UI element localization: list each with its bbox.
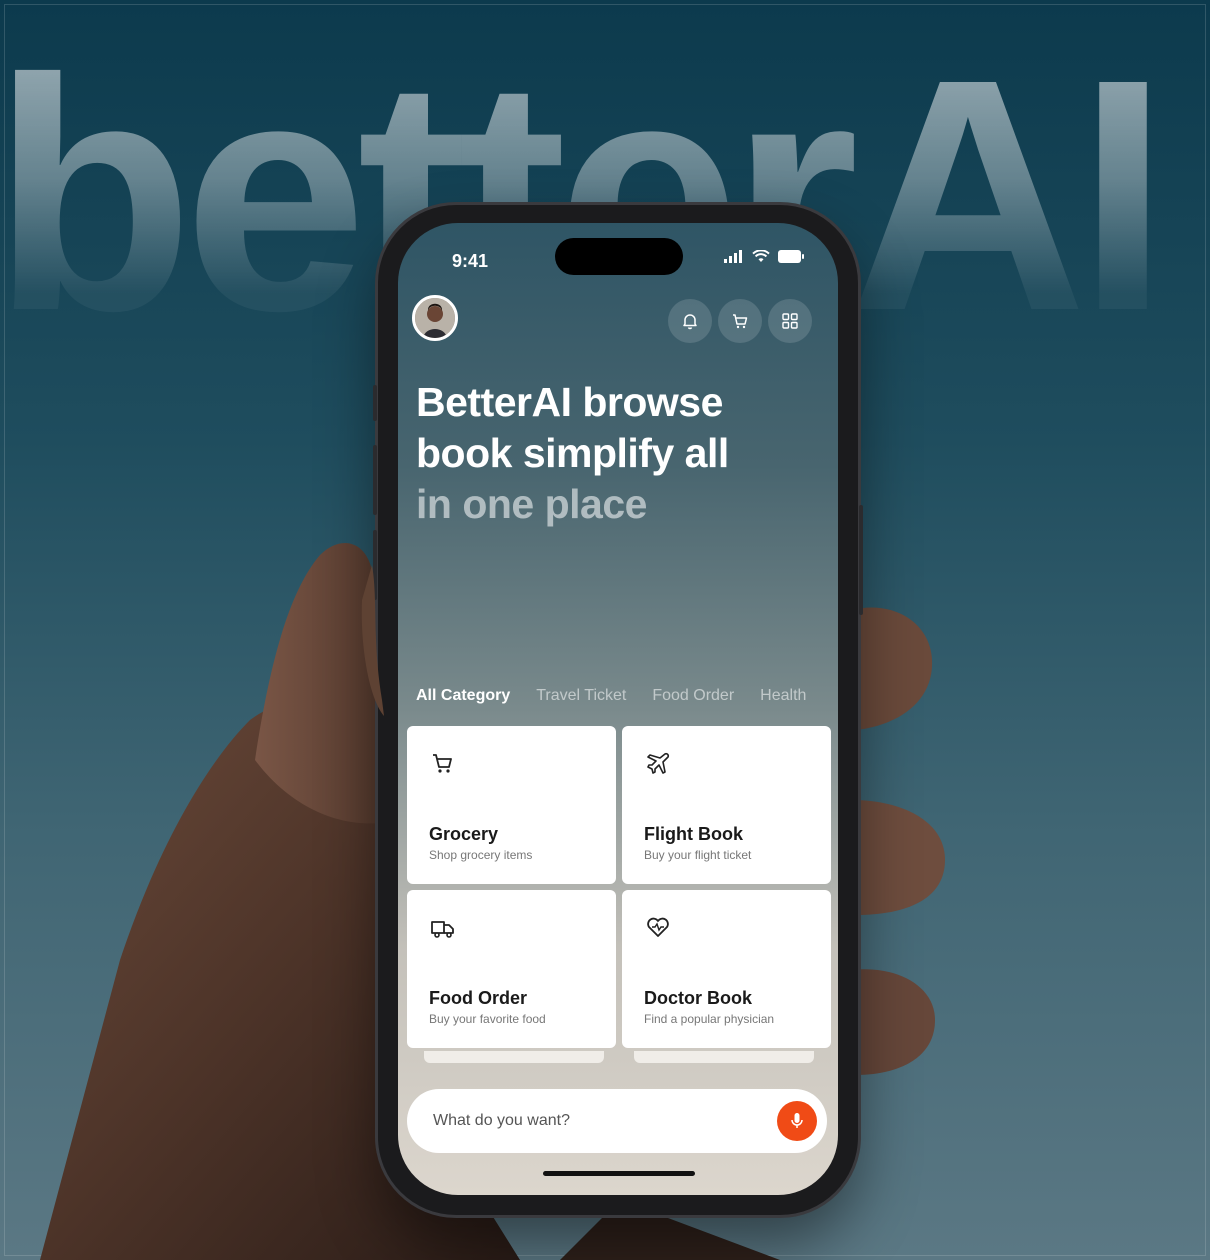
cart-button[interactable] <box>718 299 762 343</box>
header-actions <box>668 299 812 343</box>
status-time: 9:41 <box>452 251 489 271</box>
menu-grid-button[interactable] <box>768 299 812 343</box>
card-title: Grocery <box>429 824 499 844</box>
card-food-order[interactable]: Food Order Buy your favorite food <box>407 890 616 1048</box>
card-subtitle: Buy your flight ticket <box>644 848 752 862</box>
cart-icon <box>433 754 452 773</box>
bell-icon <box>683 314 697 330</box>
headline-line-1: BetterAI browse <box>416 379 723 425</box>
card-subtitle: Buy your favorite food <box>429 1012 546 1026</box>
tab-all-category[interactable]: All Category <box>416 687 510 705</box>
truck-icon <box>431 921 454 938</box>
action-button <box>373 385 377 421</box>
card-subtitle: Shop grocery items <box>429 848 533 862</box>
phone-screen: 9:41 BetterAI browse book simplify all i… <box>398 223 838 1195</box>
home-indicator <box>543 1171 695 1176</box>
card-stack-shadow <box>634 1051 814 1063</box>
heart-icon <box>647 917 669 937</box>
status-icons <box>724 250 804 263</box>
headline-line-3: in one place <box>416 481 647 527</box>
card-subtitle: Find a popular physician <box>644 1012 775 1026</box>
battery-icon <box>778 250 804 263</box>
notifications-button[interactable] <box>668 299 712 343</box>
phone-device: 9:41 BetterAI browse book simplify all i… <box>373 205 863 1215</box>
headline-line-2: book simplify all <box>416 430 729 476</box>
voice-input-button[interactable] <box>777 1101 817 1141</box>
microphone-icon <box>791 1113 803 1128</box>
card-doctor-book[interactable]: Doctor Book Find a popular physician <box>622 890 831 1048</box>
volume-down-button <box>373 530 377 600</box>
grid-icon <box>782 313 798 329</box>
power-button <box>859 505 863 615</box>
tab-travel-ticket[interactable]: Travel Ticket <box>536 687 626 705</box>
card-title: Doctor Book <box>644 988 752 1008</box>
search-placeholder[interactable]: What do you want? <box>433 1112 570 1130</box>
search-bar[interactable]: What do you want? <box>407 1089 827 1153</box>
tab-health[interactable]: Health <box>760 687 806 705</box>
card-stack-shadow <box>424 1051 604 1063</box>
category-grid: Grocery Shop grocery items Flight Book B… <box>407 726 831 1048</box>
cart-icon <box>733 314 748 329</box>
tab-food-order[interactable]: Food Order <box>652 687 734 705</box>
avatar[interactable] <box>412 295 458 341</box>
card-flight-book[interactable]: Flight Book Buy your flight ticket <box>622 726 831 884</box>
card-title: Flight Book <box>644 824 743 844</box>
signal-icon <box>724 250 742 263</box>
category-tabs: All Category Travel Ticket Food Order He… <box>416 687 806 705</box>
headline: BetterAI browse book simplify all in one… <box>416 377 816 530</box>
volume-up-button <box>373 445 377 515</box>
avatar-photo <box>415 298 455 338</box>
dynamic-island <box>555 238 683 275</box>
airplane-icon <box>647 752 670 774</box>
card-title: Food Order <box>429 988 527 1008</box>
card-grocery[interactable]: Grocery Shop grocery items <box>407 726 616 884</box>
wifi-icon <box>752 250 770 262</box>
